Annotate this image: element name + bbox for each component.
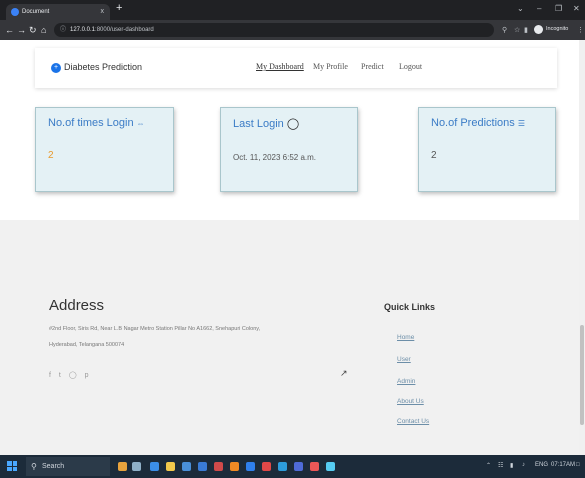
- scrollbar-thumb[interactable]: [580, 325, 584, 425]
- app-icon-orange[interactable]: [230, 462, 239, 471]
- tray-chevron-icon[interactable]: ⌃: [486, 462, 491, 469]
- file-explorer-icon[interactable]: [166, 462, 175, 471]
- footer-link-user[interactable]: User: [397, 356, 411, 363]
- tab-close-button[interactable]: x: [101, 4, 105, 20]
- taskbar-search-label: Search: [42, 463, 65, 470]
- app-icon-red-2[interactable]: [262, 462, 271, 471]
- predictions-title: No.of Predictions: [431, 117, 515, 129]
- nav-my-profile[interactable]: My Profile: [313, 62, 348, 71]
- new-tab-button[interactable]: +: [116, 2, 122, 14]
- login-icon: ⇔: [136, 119, 145, 128]
- bookmark-star-icon[interactable]: ☆: [514, 26, 520, 34]
- incognito-icon[interactable]: [534, 25, 543, 34]
- quick-links-title: Quick Links: [384, 302, 436, 312]
- predictions-card: No.of Predictions ☰ 2: [418, 107, 556, 192]
- chrome-taskbar-icon[interactable]: [326, 462, 335, 471]
- brand-logo-icon: +: [51, 62, 61, 73]
- reload-icon[interactable]: ↻: [29, 24, 37, 36]
- url-host: 127.0.0.1: [70, 27, 96, 33]
- predictions-value: 2: [431, 150, 437, 161]
- windows-start-icon[interactable]: [7, 461, 17, 471]
- card-title: No.of times Login ⇔: [48, 117, 145, 129]
- timer-icon: ◯: [286, 118, 300, 130]
- app-icon-blue-2[interactable]: [278, 462, 287, 471]
- maximize-button[interactable]: ❐: [555, 4, 562, 13]
- list-icon: ☰: [517, 119, 525, 128]
- app-icon-red-3[interactable]: [310, 462, 319, 471]
- close-window-button[interactable]: ✕: [573, 4, 580, 13]
- browser-tab[interactable]: Document x: [6, 4, 110, 20]
- vscode-icon[interactable]: [198, 462, 207, 471]
- weather-icon[interactable]: [118, 462, 127, 471]
- language-indicator[interactable]: ENG: [535, 462, 548, 468]
- site-info-icon[interactable]: ⓘ: [60, 23, 66, 37]
- footer-link-admin[interactable]: Admin: [397, 378, 415, 385]
- facebook-icon[interactable]: f: [49, 372, 54, 379]
- page-viewport: + Diabetes Prediction My Dashboard My Pro…: [0, 40, 585, 455]
- last-login-card: Last Login ◯ Oct. 11, 2023 6:52 a.m.: [220, 107, 358, 192]
- url-path: :8000/user-dashboard: [95, 27, 154, 33]
- brand-name: Diabetes Prediction: [64, 62, 143, 72]
- app-icon-red[interactable]: [214, 462, 223, 471]
- login-count-title: No.of times Login: [48, 117, 134, 129]
- twitter-icon[interactable]: t: [59, 372, 64, 379]
- card-title: No.of Predictions ☰: [431, 117, 525, 129]
- login-count-card: No.of times Login ⇔ 2: [35, 107, 174, 192]
- footer-link-contact-us[interactable]: Contact Us: [397, 418, 429, 425]
- address-title: Address: [49, 297, 105, 314]
- address-bar[interactable]: ⓘ 127.0.0.1:8000/user-dashboard: [54, 23, 494, 37]
- login-count-value: 2: [48, 150, 54, 161]
- instagram-icon[interactable]: ◯: [69, 372, 80, 379]
- forward-icon[interactable]: →: [17, 24, 26, 36]
- site-footer: Address #2nd Floor, Siris Rd, Near L.B N…: [0, 220, 585, 455]
- browser-toolbar: ← → ↻ ⌂ ⓘ 127.0.0.1:8000/user-dashboard …: [0, 20, 585, 40]
- last-login-title: Last Login: [233, 118, 284, 130]
- app-icon-indigo[interactable]: [294, 462, 303, 471]
- edge-icon[interactable]: [150, 462, 159, 471]
- clock[interactable]: 07:17AM: [551, 462, 575, 468]
- taskbar-search[interactable]: ⚲ Search: [26, 457, 110, 476]
- brand[interactable]: + Diabetes Prediction: [51, 62, 142, 73]
- profile-label: Incognito: [546, 26, 569, 32]
- footer-link-home[interactable]: Home: [397, 334, 414, 341]
- nav-predict[interactable]: Predict: [361, 62, 384, 71]
- network-icon[interactable]: ☷: [498, 462, 503, 469]
- browser-tab-strip: Document x + ⌄ – ❐ ✕: [0, 0, 585, 20]
- social-links: f t ◯ p: [49, 371, 92, 379]
- page-scrollbar[interactable]: [579, 40, 585, 455]
- side-panel-icon[interactable]: ▮: [524, 26, 528, 34]
- address-line-2: Hyderabad, Telangana 500074: [49, 342, 125, 348]
- volume-icon[interactable]: ♪: [522, 462, 525, 468]
- tab-title: Document: [22, 9, 50, 15]
- card-title: Last Login ◯: [233, 117, 299, 130]
- footer-link-about-us[interactable]: About Us: [397, 398, 424, 405]
- back-icon[interactable]: ←: [5, 24, 14, 36]
- mouse-cursor-icon: ↗: [340, 368, 348, 378]
- favicon-icon: [11, 8, 19, 16]
- minimize-button[interactable]: –: [537, 4, 541, 13]
- menu-icon[interactable]: ⋮: [577, 26, 584, 34]
- address-line-1: #2nd Floor, Siris Rd, Near L.B Nagar Met…: [49, 326, 261, 332]
- notifications-icon[interactable]: □: [576, 462, 580, 468]
- site-navbar: + Diabetes Prediction My Dashboard My Pro…: [35, 48, 557, 88]
- last-login-value: Oct. 11, 2023 6:52 a.m.: [233, 153, 317, 162]
- nav-logout[interactable]: Logout: [399, 62, 422, 71]
- search-icon: ⚲: [31, 462, 37, 471]
- battery-icon[interactable]: ▮: [510, 462, 513, 469]
- tab-search-icon[interactable]: ⌄: [517, 4, 524, 13]
- task-view-icon[interactable]: [132, 462, 141, 471]
- zoom-icon[interactable]: ⚲: [502, 26, 507, 34]
- pinterest-icon[interactable]: p: [85, 372, 92, 379]
- store-icon[interactable]: [182, 462, 191, 471]
- nav-my-dashboard[interactable]: My Dashboard: [256, 62, 304, 71]
- os-taskbar: ⚲ Search ⌃ ☷ ▮ ♪ ENG 07:17AM □: [0, 455, 585, 478]
- app-icon-blue[interactable]: [246, 462, 255, 471]
- home-icon[interactable]: ⌂: [41, 24, 46, 36]
